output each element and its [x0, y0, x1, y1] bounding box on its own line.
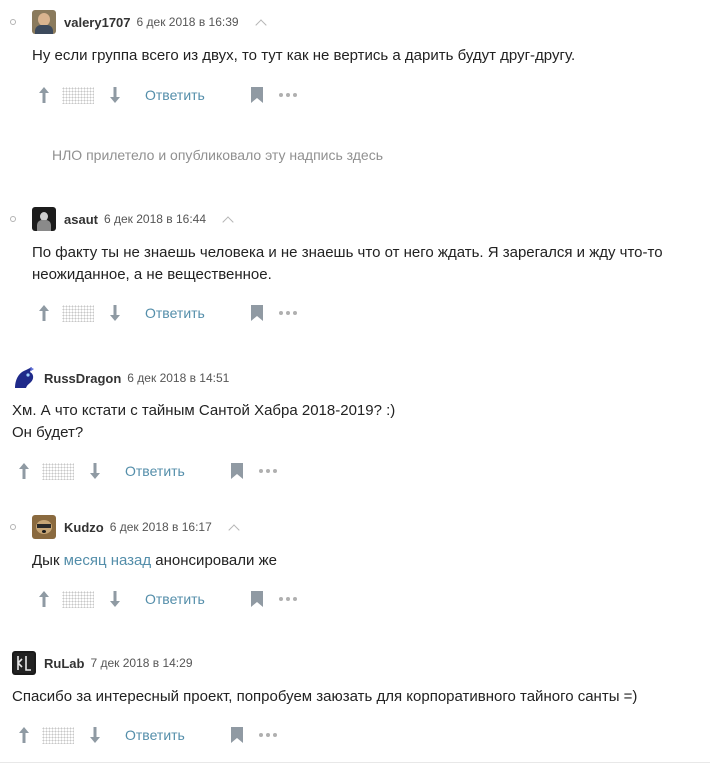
- comment-text: По факту ты не знаешь человека и не знае…: [32, 242, 663, 286]
- more-dots-icon[interactable]: [258, 733, 277, 737]
- username[interactable]: RuLab: [44, 656, 84, 671]
- more-dots-icon[interactable]: [278, 93, 297, 97]
- avatar[interactable]: [32, 515, 56, 539]
- comment-header: valery1707 6 дек 2018 в 16:39: [32, 10, 267, 34]
- comment-header: Kudzo 6 дек 2018 в 16:17: [32, 515, 240, 539]
- comment-text: Дык месяц назад анонсировали же: [32, 550, 277, 572]
- thread-marker-icon: [10, 216, 16, 222]
- reply-button[interactable]: Ответить: [125, 727, 185, 743]
- score-placeholder: [62, 86, 94, 104]
- chevron-up-icon[interactable]: [228, 523, 240, 536]
- thread-marker-icon: [10, 524, 16, 530]
- score-placeholder: [42, 462, 74, 480]
- divider: [0, 762, 710, 763]
- comment-date[interactable]: 6 дек 2018 в 16:17: [110, 520, 212, 534]
- chevron-up-icon[interactable]: [222, 215, 234, 228]
- bookmark-icon[interactable]: [250, 591, 263, 607]
- username[interactable]: asaut: [64, 212, 98, 227]
- arrow-up-icon[interactable]: [36, 303, 52, 323]
- bookmark-icon[interactable]: [230, 727, 243, 743]
- arrow-up-icon[interactable]: [16, 725, 32, 745]
- reply-button[interactable]: Ответить: [125, 463, 185, 479]
- comment-text-line: Хм. А что кстати с тайным Сантой Хабра 2…: [12, 402, 396, 419]
- comment-text: Спасибо за интересный проект, попробуем …: [12, 686, 637, 708]
- arrow-up-icon[interactable]: [36, 589, 52, 609]
- comment-text-line: По факту ты не знаешь человека и не знае…: [32, 244, 663, 261]
- comment-actions: Ответить: [36, 587, 297, 611]
- reply-button[interactable]: Ответить: [145, 305, 205, 321]
- bookmark-icon[interactable]: [250, 87, 263, 103]
- score-placeholder: [62, 304, 94, 322]
- comment-header: RussDragon 6 дек 2018 в 14:51: [12, 366, 229, 390]
- comment-text-line: Он будет?: [12, 424, 84, 441]
- comment-date[interactable]: 6 дек 2018 в 16:39: [137, 15, 239, 29]
- arrow-down-icon[interactable]: [107, 85, 123, 105]
- avatar[interactable]: [12, 366, 36, 390]
- reply-button[interactable]: Ответить: [145, 591, 205, 607]
- ufo-notice: НЛО прилетело и опубликовало эту надпись…: [52, 147, 384, 163]
- comment-date[interactable]: 7 дек 2018 в 14:29: [90, 656, 192, 670]
- comment-date[interactable]: 6 дек 2018 в 16:44: [104, 212, 206, 226]
- more-dots-icon[interactable]: [278, 311, 297, 315]
- avatar[interactable]: [32, 10, 56, 34]
- comment-actions: Ответить: [36, 301, 297, 325]
- comment-actions: Ответить: [16, 459, 277, 483]
- more-dots-icon[interactable]: [278, 597, 297, 601]
- score-placeholder: [42, 726, 74, 744]
- comment-date[interactable]: 6 дек 2018 в 14:51: [127, 371, 229, 385]
- comment-text: Хм. А что кстати с тайным Сантой Хабра 2…: [12, 400, 395, 444]
- comment-link[interactable]: месяц назад: [64, 552, 151, 569]
- score-placeholder: [62, 590, 94, 608]
- comment-text: Ну если группа всего из двух, то тут как…: [32, 45, 575, 67]
- avatar[interactable]: [32, 207, 56, 231]
- arrow-up-icon[interactable]: [16, 461, 32, 481]
- arrow-down-icon[interactable]: [107, 303, 123, 323]
- bookmark-icon[interactable]: [230, 463, 243, 479]
- arrow-down-icon[interactable]: [87, 725, 103, 745]
- username[interactable]: Kudzo: [64, 520, 104, 535]
- thread-marker-icon: [10, 19, 16, 25]
- reply-button[interactable]: Ответить: [145, 87, 205, 103]
- arrow-down-icon[interactable]: [107, 589, 123, 609]
- username[interactable]: RussDragon: [44, 371, 121, 386]
- more-dots-icon[interactable]: [258, 469, 277, 473]
- comment-actions: Ответить: [16, 723, 277, 747]
- arrow-up-icon[interactable]: [36, 85, 52, 105]
- comment-text-line: Спасибо за интересный проект, попробуем …: [12, 688, 638, 705]
- comment-text-line: неожиданное, а не вещественное.: [32, 266, 272, 283]
- chevron-up-icon[interactable]: [254, 18, 267, 31]
- comment-text-segment: анонсировали же: [151, 552, 277, 569]
- avatar[interactable]: [12, 651, 36, 675]
- comment-header: RuLab 7 дек 2018 в 14:29: [12, 651, 193, 675]
- bookmark-icon[interactable]: [250, 305, 263, 321]
- comment-actions: Ответить: [36, 83, 297, 107]
- comment-text-segment: Дык: [32, 552, 64, 569]
- username[interactable]: valery1707: [64, 15, 131, 30]
- comment-header: asaut 6 дек 2018 в 16:44: [32, 207, 234, 231]
- arrow-down-icon[interactable]: [87, 461, 103, 481]
- comment-text-line: Ну если группа всего из двух, то тут как…: [32, 47, 576, 64]
